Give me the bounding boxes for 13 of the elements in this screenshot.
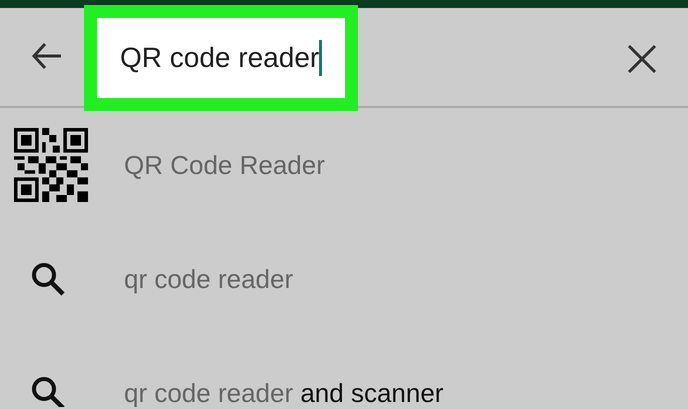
suggestion-text: qr code reader and scanner (124, 376, 444, 407)
back-icon[interactable] (31, 42, 63, 70)
suggestion-text: qr code reader (124, 262, 294, 296)
search-icon (31, 262, 65, 296)
qr-code-icon (14, 128, 88, 202)
suggestion-item[interactable]: qr code reader (0, 222, 688, 336)
suggestion-item[interactable]: QR Code Reader (0, 108, 688, 222)
search-icon (31, 376, 65, 407)
text-cursor (319, 40, 322, 76)
close-icon[interactable] (627, 44, 657, 74)
suggestion-text: QR Code Reader (124, 148, 325, 182)
suggestion-item[interactable]: qr code reader and scanner (0, 336, 688, 407)
search-field[interactable]: QR code reader (84, 5, 358, 111)
